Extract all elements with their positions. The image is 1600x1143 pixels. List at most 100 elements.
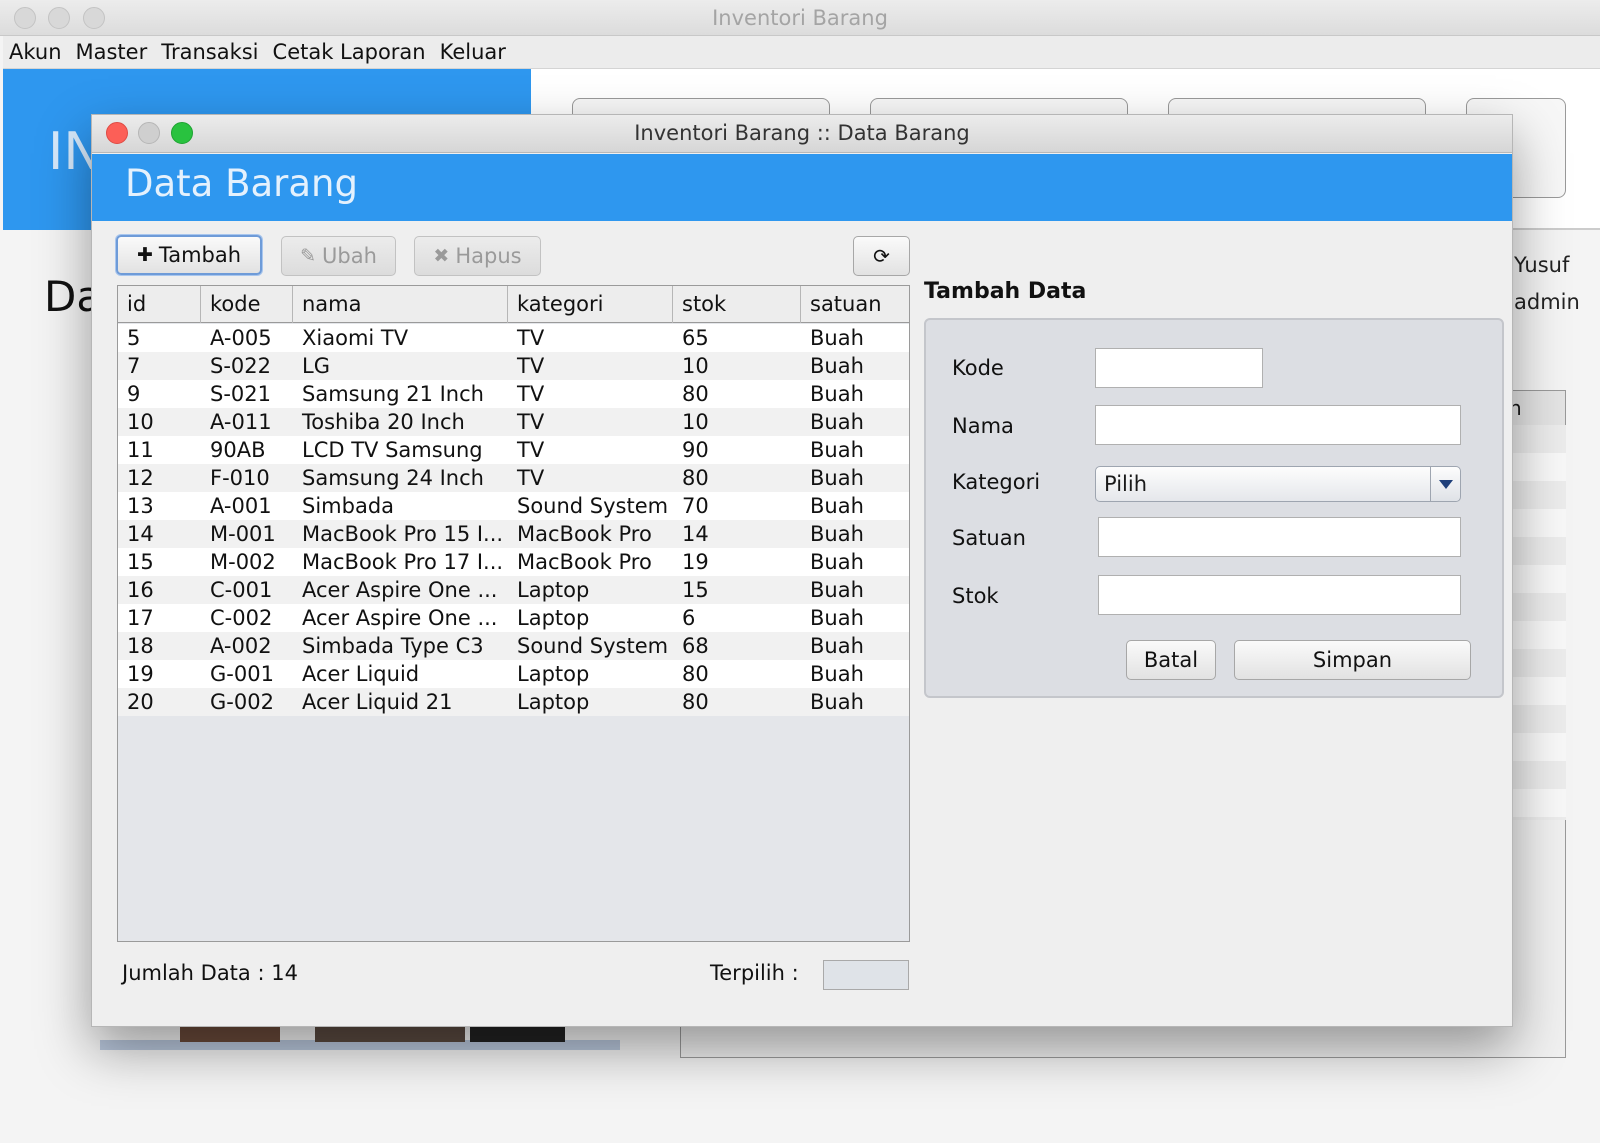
cell-kategori: Laptop xyxy=(517,690,590,714)
cell-kode: 90AB xyxy=(210,438,266,462)
cell-kode: C-001 xyxy=(210,578,273,602)
table-row[interactable]: 7 S-022 LG TV 10 Buah xyxy=(118,352,909,380)
kode-field[interactable] xyxy=(1095,348,1263,388)
main-titlebar: Inventori Barang xyxy=(0,0,1600,36)
cell-satuan: Buah xyxy=(810,550,864,574)
ubah-button[interactable]: ✎ Ubah xyxy=(281,236,396,276)
cell-id: 14 xyxy=(127,522,154,546)
cell-id: 5 xyxy=(127,326,141,350)
cell-kategori: Sound System xyxy=(517,494,669,518)
menu-keluar[interactable]: Keluar xyxy=(440,40,506,64)
stok-label: Stok xyxy=(952,584,999,608)
table-row[interactable]: 13 A-001 Simbada Sound System 70 Buah xyxy=(118,492,909,520)
cell-kode: A-002 xyxy=(210,634,272,658)
table-row[interactable]: 17 C-002 Acer Aspire One ... Laptop 6 Buah xyxy=(118,604,909,632)
refresh-button[interactable]: ⟳ xyxy=(853,236,910,276)
cell-id: 16 xyxy=(127,578,154,602)
column-header-nama[interactable]: nama xyxy=(293,286,508,323)
menu-cetak-laporan[interactable]: Cetak Laporan xyxy=(273,40,426,64)
cell-kategori: MacBook Pro xyxy=(517,550,652,574)
table-header: id kode nama kategori stok satuan xyxy=(118,286,909,323)
tambah-label: Tambah xyxy=(158,243,242,267)
cell-kategori: Sound System xyxy=(517,634,669,658)
cell-id: 17 xyxy=(127,606,154,630)
cell-stok: 80 xyxy=(682,662,709,686)
cell-satuan: Buah xyxy=(810,466,864,490)
data-table[interactable]: id kode nama kategori stok satuan 5 A-005… xyxy=(117,285,910,942)
cell-nama: Acer Aspire One ... xyxy=(302,606,498,630)
cell-id: 12 xyxy=(127,466,154,490)
stok-field[interactable] xyxy=(1098,575,1461,615)
jumlah-data-label: Jumlah Data : 14 xyxy=(122,961,298,985)
nama-label: Nama xyxy=(952,414,1014,438)
column-header-stok[interactable]: stok xyxy=(673,286,801,323)
cell-nama: Acer Aspire One ... xyxy=(302,578,498,602)
table-row[interactable]: 10 A-011 Toshiba 20 Inch TV 10 Buah xyxy=(118,408,909,436)
hapus-label: Hapus xyxy=(455,244,522,268)
main-user-name: Yusuf xyxy=(1514,253,1570,277)
tambah-button[interactable]: ✚ Tambah xyxy=(116,235,262,275)
data-barang-dialog: Inventori Barang :: Data Barang Data Bar… xyxy=(91,114,1513,1027)
column-header-id[interactable]: id xyxy=(118,286,201,323)
cell-stok: 65 xyxy=(682,326,709,350)
cell-id: 19 xyxy=(127,662,154,686)
column-header-kode[interactable]: kode xyxy=(201,286,293,323)
cell-kode: A-001 xyxy=(210,494,272,518)
column-header-kategori[interactable]: kategori xyxy=(508,286,673,323)
menu-transaksi[interactable]: Transaksi xyxy=(161,40,258,64)
table-body: 5 A-005 Xiaomi TV TV 65 Buah 7 S-022 LG TV 10 Buah 9… xyxy=(118,324,909,716)
table-row[interactable]: 12 F-010 Samsung 24 Inch TV 80 Buah xyxy=(118,464,909,492)
cell-satuan: Buah xyxy=(810,578,864,602)
hapus-button[interactable]: ✖ Hapus xyxy=(414,236,541,276)
cell-nama: Xiaomi TV xyxy=(302,326,409,350)
chevron-down-icon[interactable] xyxy=(1430,467,1460,501)
cell-kode: A-005 xyxy=(210,326,272,350)
simpan-button[interactable]: Simpan xyxy=(1234,640,1471,680)
table-row[interactable]: 9 S-021 Samsung 21 Inch TV 80 Buah xyxy=(118,380,909,408)
column-header-satuan[interactable]: satuan xyxy=(801,286,909,323)
pencil-icon: ✎ xyxy=(300,245,317,267)
cell-id: 20 xyxy=(127,690,154,714)
table-row[interactable]: 14 M-001 MacBook Pro 15 I... MacBook Pro 14 B… xyxy=(118,520,909,548)
cell-id: 11 xyxy=(127,438,154,462)
table-row[interactable]: 15 M-002 MacBook Pro 17 I... MacBook Pro 19 B… xyxy=(118,548,909,576)
cell-satuan: Buah xyxy=(810,410,864,434)
cell-kode: S-022 xyxy=(210,354,271,378)
cell-satuan: Buah xyxy=(810,354,864,378)
cell-kategori: Laptop xyxy=(517,606,590,630)
cell-stok: 15 xyxy=(682,578,709,602)
nama-field[interactable] xyxy=(1095,405,1461,445)
cell-id: 7 xyxy=(127,354,141,378)
table-row[interactable]: 11 90AB LCD TV Samsung TV 90 Buah xyxy=(118,436,909,464)
menu-akun[interactable]: Akun xyxy=(9,40,62,64)
terpilih-value xyxy=(823,960,909,990)
cell-kode: M-001 xyxy=(210,522,276,546)
cell-satuan: Buah xyxy=(810,690,864,714)
cell-satuan: Buah xyxy=(810,494,864,518)
cell-stok: 80 xyxy=(682,466,709,490)
cell-stok: 6 xyxy=(682,606,696,630)
table-row[interactable]: 16 C-001 Acer Aspire One ... Laptop 15 Buah xyxy=(118,576,909,604)
cell-stok: 80 xyxy=(682,382,709,406)
satuan-field[interactable] xyxy=(1098,517,1461,557)
table-row[interactable]: 20 G-002 Acer Liquid 21 Laptop 80 Buah xyxy=(118,688,909,716)
cell-stok: 80 xyxy=(682,690,709,714)
cell-satuan: Buah xyxy=(810,382,864,406)
table-row[interactable]: 5 A-005 Xiaomi TV TV 65 Buah xyxy=(118,324,909,352)
main-window-title: Inventori Barang xyxy=(712,6,888,30)
cell-kode: A-011 xyxy=(210,410,272,434)
plus-icon: ✚ xyxy=(136,244,153,266)
cell-satuan: Buah xyxy=(810,634,864,658)
menu-master[interactable]: Master xyxy=(76,40,148,64)
table-row[interactable]: 18 A-002 Simbada Type C3 Sound System 68 Buah xyxy=(118,632,909,660)
menubar: Akun Master Transaksi Cetak Laporan Kelu… xyxy=(3,36,1600,69)
kategori-label: Kategori xyxy=(952,470,1041,494)
cell-nama: LCD TV Samsung xyxy=(302,438,483,462)
kategori-select[interactable]: Pilih xyxy=(1095,466,1461,502)
close-x-icon: ✖ xyxy=(433,245,450,267)
cell-nama: MacBook Pro 15 I... xyxy=(302,522,504,546)
cell-id: 15 xyxy=(127,550,154,574)
table-row[interactable]: 19 G-001 Acer Liquid Laptop 80 Buah xyxy=(118,660,909,688)
cell-satuan: Buah xyxy=(810,662,864,686)
batal-button[interactable]: Batal xyxy=(1126,640,1216,680)
